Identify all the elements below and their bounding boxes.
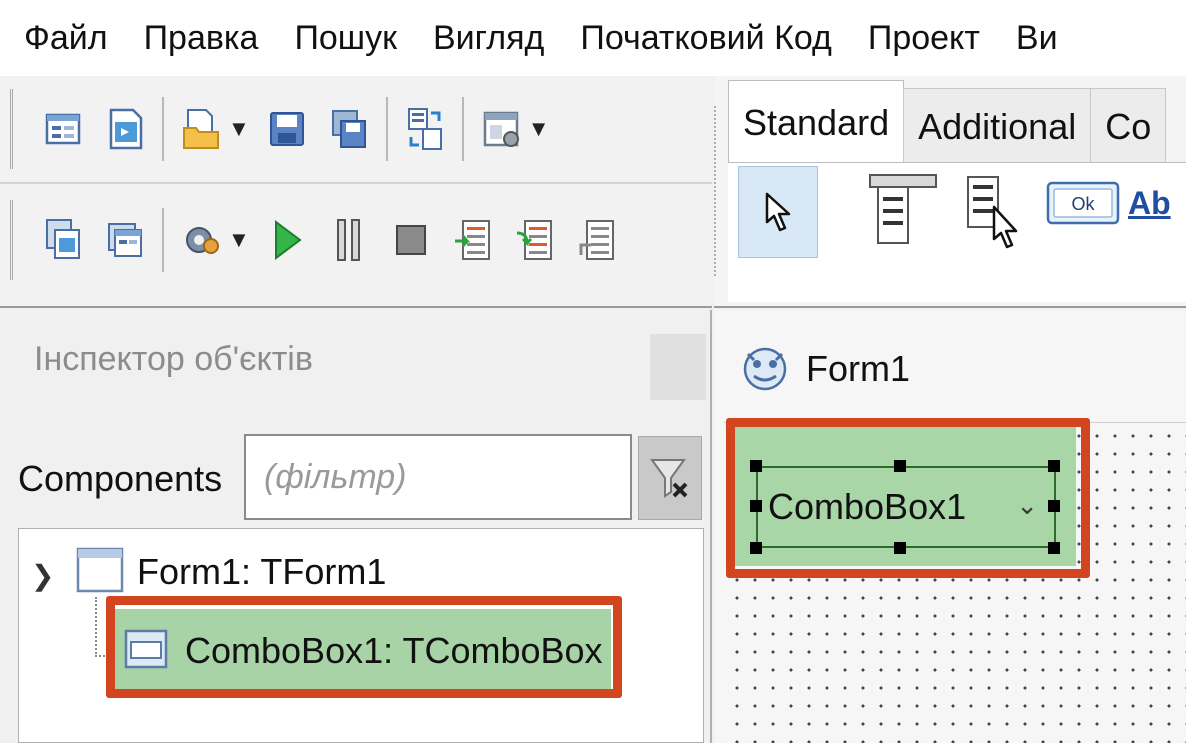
step-over-icon[interactable] — [504, 205, 566, 275]
clear-filter-icon[interactable] — [638, 436, 702, 520]
form-icon — [75, 545, 125, 600]
build-dropdown-arrow-icon[interactable]: ▼ — [228, 227, 250, 253]
view-forms-dropdown-arrow-icon[interactable]: ▼ — [528, 116, 550, 142]
toolbar-grip[interactable] — [10, 89, 20, 169]
menu-view[interactable]: Вигляд — [433, 19, 544, 58]
tree-item-form1[interactable]: Form1: TForm1 — [137, 551, 386, 593]
svg-text:Ok: Ok — [1071, 194, 1095, 214]
menu-file[interactable]: Файл — [24, 19, 108, 58]
toolbar-row-2: ▼ — [0, 186, 712, 294]
open-dropdown-arrow-icon[interactable]: ▼ — [228, 116, 250, 142]
inspector-dock-button[interactable] — [650, 334, 706, 400]
tab-standard[interactable]: Standard — [728, 80, 905, 164]
component-palette: Standard Additional Co Ok Ab — [714, 76, 1186, 308]
build-icon[interactable] — [170, 205, 232, 275]
pause-icon[interactable] — [318, 205, 380, 275]
main-toolbar: ▼ ▼ ▼ — [0, 76, 712, 308]
menu-project[interactable]: Проект — [868, 19, 980, 58]
palette-components: Ok Ab — [728, 162, 1186, 302]
menu-run[interactable]: Ви — [1016, 19, 1058, 58]
menu-edit[interactable]: Правка — [144, 19, 259, 58]
label-component-icon[interactable]: Ab — [1128, 185, 1171, 222]
collapse-chevron-icon[interactable]: ❯ — [31, 559, 54, 592]
toolbar-separator — [162, 97, 164, 161]
inspector-title: Інспектор об'єктів — [34, 340, 313, 378]
toolbar-separator — [162, 208, 164, 272]
toolbar-row-1: ▼ ▼ — [0, 76, 712, 184]
highlight-frame-tree-item — [106, 596, 622, 698]
new-unit-icon[interactable] — [32, 94, 94, 164]
view-form-icon[interactable] — [94, 205, 156, 275]
step-out-icon[interactable] — [566, 205, 628, 275]
menu-search[interactable]: Пошук — [294, 19, 397, 58]
save-all-icon[interactable] — [318, 94, 380, 164]
new-form-icon[interactable] — [94, 94, 156, 164]
open-icon[interactable] — [170, 94, 232, 164]
highlight-frame-combobox — [726, 418, 1090, 578]
filter-input[interactable]: (фільтр) — [244, 434, 632, 520]
toggle-form-unit-icon[interactable] — [394, 94, 456, 164]
menu-source[interactable]: Початковий Код — [580, 19, 832, 58]
toolbar-separator — [385, 97, 388, 161]
toolbar-separator — [461, 97, 464, 161]
run-icon[interactable] — [256, 205, 318, 275]
components-label: Components — [18, 458, 223, 499]
stop-icon[interactable] — [380, 205, 442, 275]
button-icon[interactable]: Ok — [1046, 181, 1120, 225]
tab-common-controls[interactable]: Co — [1090, 88, 1167, 164]
form-title: Form1 — [806, 348, 911, 389]
step-into-icon[interactable] — [442, 205, 504, 275]
main-menu-icon[interactable] — [868, 173, 938, 247]
toolbar-grip[interactable] — [10, 200, 20, 280]
tab-additional[interactable]: Additional — [903, 88, 1092, 164]
palette-tabs: Standard Additional Co — [728, 80, 1167, 164]
popup-menu-icon[interactable] — [964, 173, 1024, 253]
menu-bar: Файл Правка Пошук Вигляд Початковий Код … — [0, 0, 1186, 76]
view-forms-icon[interactable] — [470, 94, 532, 164]
view-units-icon[interactable] — [32, 205, 94, 275]
save-icon[interactable] — [256, 94, 318, 164]
selection-pointer-icon[interactable] — [738, 166, 818, 258]
lazarus-form-icon — [740, 344, 790, 399]
palette-grip[interactable] — [714, 106, 718, 276]
